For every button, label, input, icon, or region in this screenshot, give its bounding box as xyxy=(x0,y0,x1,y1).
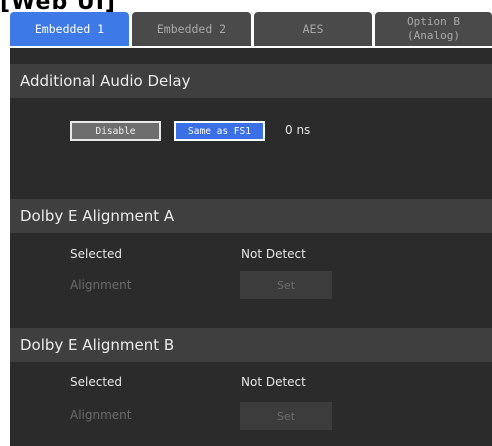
section-header-audio-delay: Additional Audio Delay xyxy=(10,64,492,98)
dolby-b-selected-label: Selected xyxy=(70,375,123,389)
section-title: Dolby E Alignment A xyxy=(20,207,175,225)
tab-label: AES xyxy=(302,22,324,36)
set-button-label: Set xyxy=(276,278,296,292)
dolby-a-selected-label: Selected xyxy=(70,247,123,261)
dolby-a-alignment-label: Alignment xyxy=(70,278,132,292)
tab-label: Embedded 1 xyxy=(34,22,105,36)
section-title: Additional Audio Delay xyxy=(20,72,191,90)
disable-button-label: Disable xyxy=(95,125,136,137)
dolby-b-alignment-label: Alignment xyxy=(70,408,132,422)
same-as-fs1-button[interactable]: Same as FS1 xyxy=(174,121,265,141)
tab-label-line2: (Analog) xyxy=(407,29,460,42)
tab-embedded-1[interactable]: Embedded 1 xyxy=(10,12,129,46)
dolby-b-selected-value: Not Detect xyxy=(241,375,306,389)
set-button-label: Set xyxy=(276,409,296,423)
section-header-dolby-b: Dolby E Alignment B xyxy=(10,328,492,362)
section-header-dolby-a: Dolby E Alignment A xyxy=(10,199,492,233)
disable-button[interactable]: Disable xyxy=(70,121,161,141)
tab-label: Embedded 2 xyxy=(156,22,227,36)
audio-delay-value: 0 ns xyxy=(285,123,311,137)
tab-aes[interactable]: AES xyxy=(254,12,372,46)
tab-label-line1: Option B xyxy=(407,15,460,28)
tab-embedded-2[interactable]: Embedded 2 xyxy=(132,12,251,46)
page-title: [Web UI] xyxy=(0,0,116,15)
dolby-a-set-button[interactable]: Set xyxy=(240,271,332,299)
dolby-a-selected-value: Not Detect xyxy=(241,247,306,261)
tab-bar: Embedded 1 Embedded 2 AES Option B (Anal… xyxy=(0,12,492,48)
dolby-b-set-button[interactable]: Set xyxy=(240,402,332,430)
same-as-fs1-button-label: Same as FS1 xyxy=(188,125,251,137)
tab-option-b-analog[interactable]: Option B (Analog) xyxy=(375,12,492,46)
section-title: Dolby E Alignment B xyxy=(20,336,175,354)
